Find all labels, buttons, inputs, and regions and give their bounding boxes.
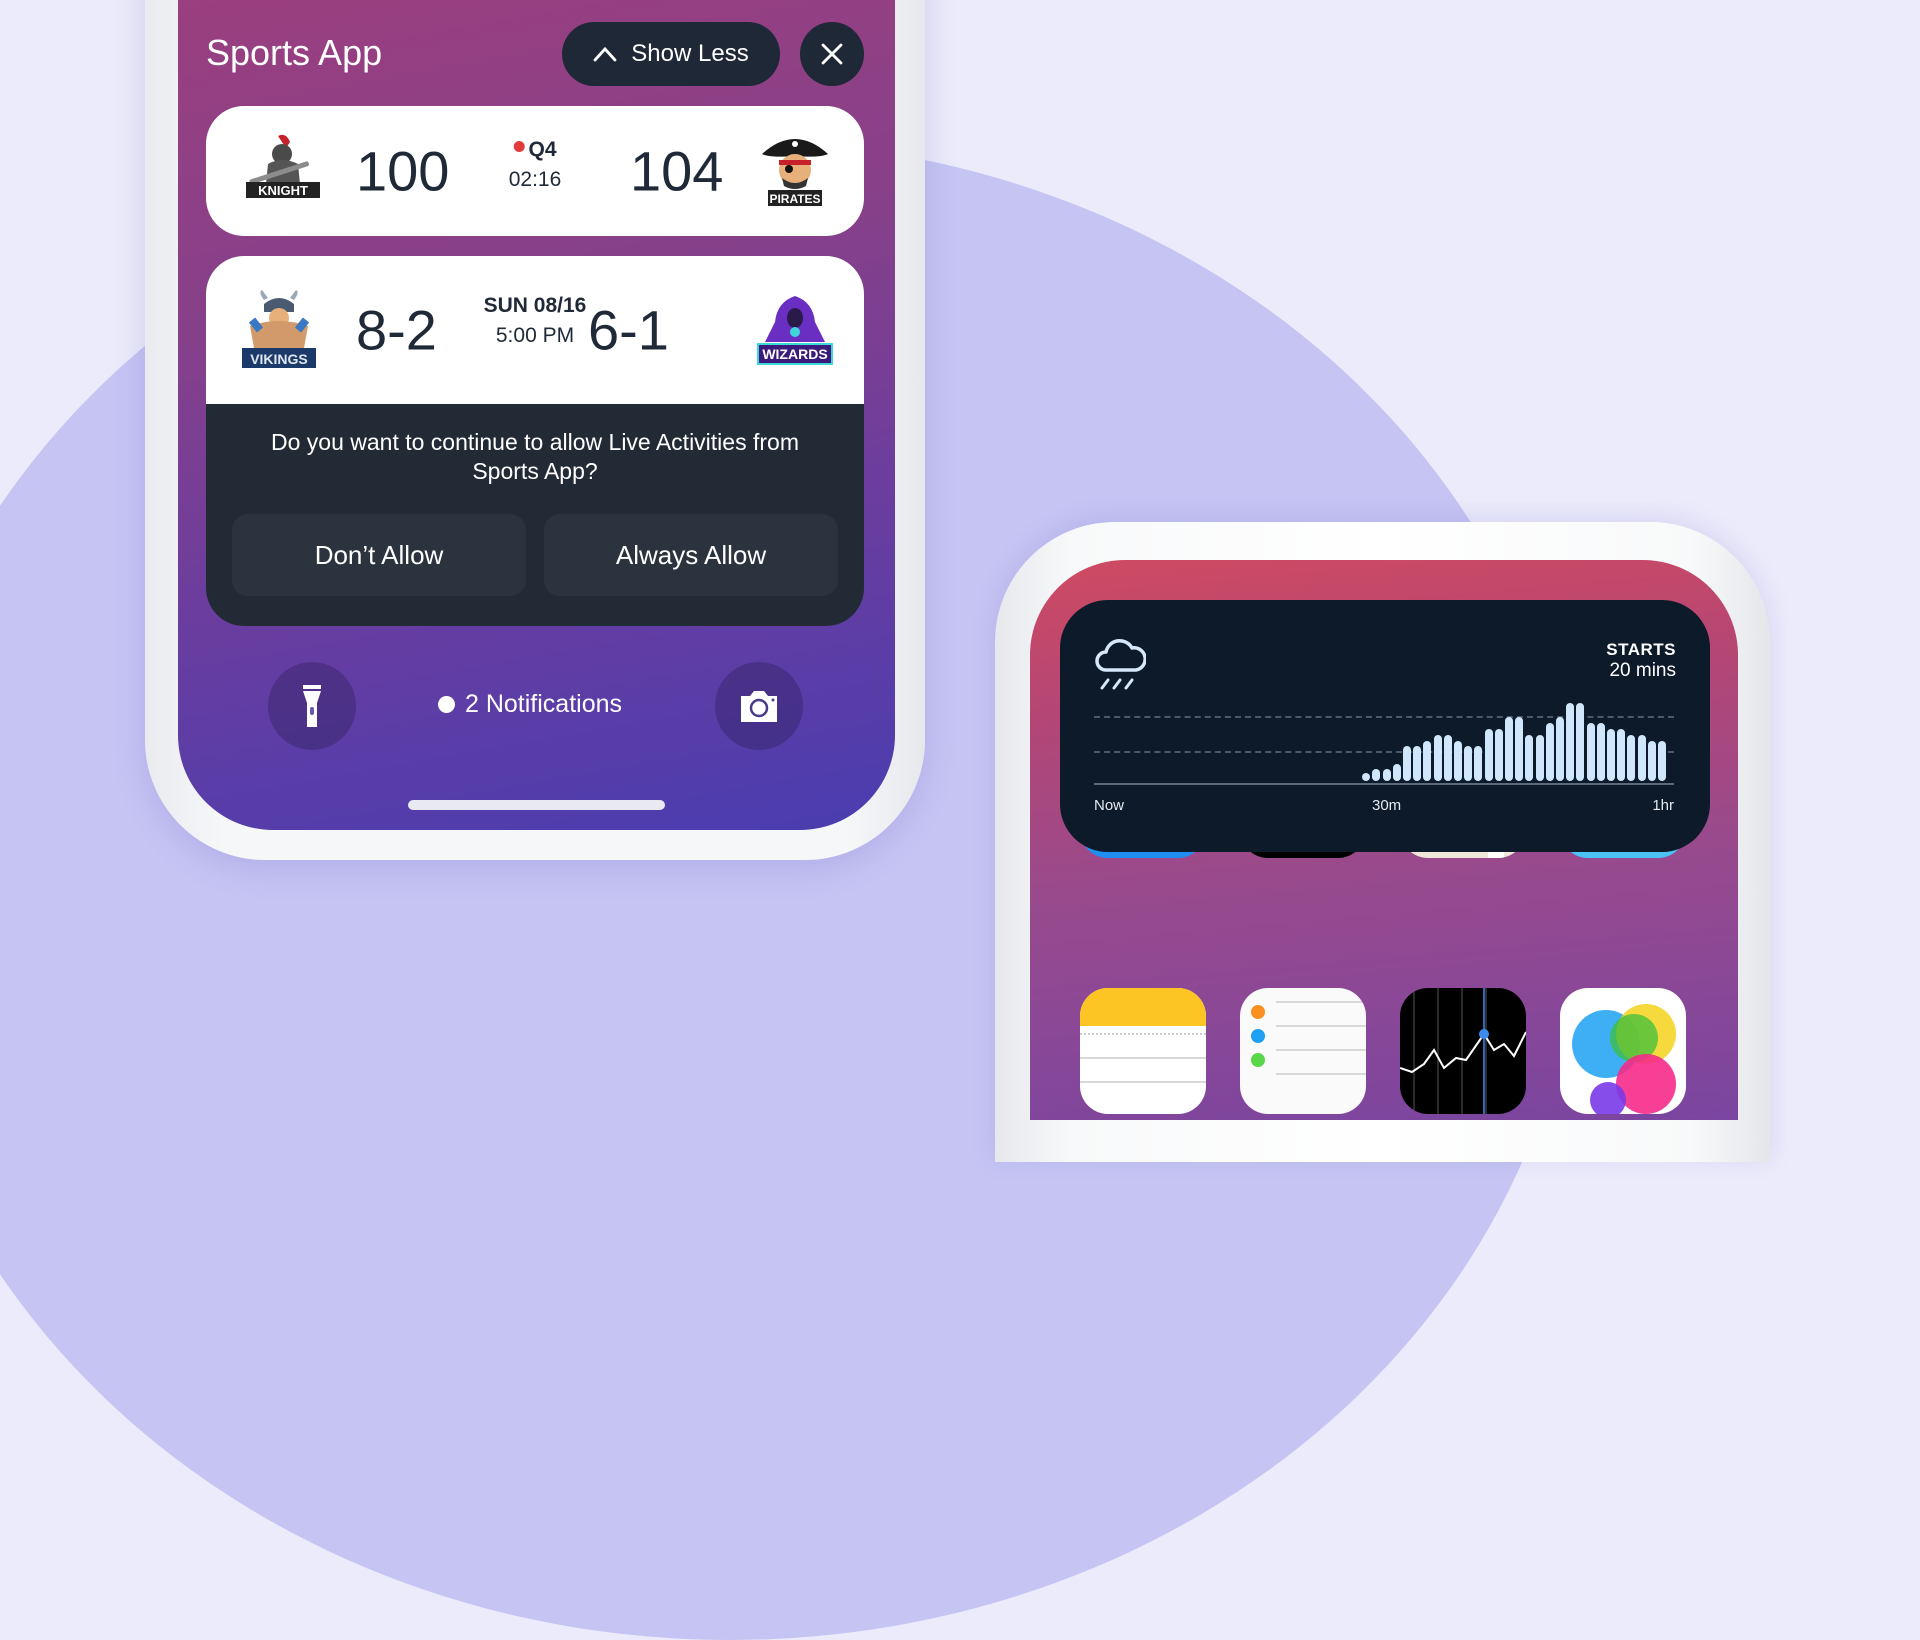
precipitation-bar <box>1464 746 1473 781</box>
precipitation-bar <box>1617 728 1626 781</box>
precipitation-bar <box>1535 734 1544 781</box>
flashlight-button[interactable] <box>268 662 356 750</box>
precipitation-bar <box>1637 734 1646 781</box>
vikings-logo-text: VIKINGS <box>250 351 308 367</box>
live-activities-prompt: Do you want to continue to allow Live Ac… <box>271 429 799 484</box>
live-game-card[interactable]: KNIGHT 100 Q4 02:16 104 PIRATES <box>206 106 864 236</box>
precipitation-bar <box>1474 746 1483 781</box>
game-center-app-icon <box>1572 1004 1676 1114</box>
app-notes[interactable] <box>1080 988 1206 1114</box>
rain-starts-label: STARTS <box>1606 640 1676 659</box>
game-date: SUN 08/16 <box>483 294 587 317</box>
camera-button[interactable] <box>715 662 803 750</box>
vikings-team-logo: VIKINGS <box>236 290 322 374</box>
axis-label-now: Now <box>1094 797 1125 814</box>
show-less-label: Show Less <box>631 40 749 67</box>
notifications-indicator[interactable]: 2 Notifications <box>438 690 622 719</box>
wizards-logo-text: WIZARDS <box>762 346 827 362</box>
home-screen: STARTS 20 mins Now 30m 1hr Weather 9 3 8… <box>1030 560 1738 1120</box>
precipitation-bar <box>1433 734 1442 781</box>
pirates-logo-text: PIRATES <box>769 192 820 206</box>
precipitation-bar <box>1545 723 1554 781</box>
precipitation-bar <box>1443 734 1452 781</box>
chevron-up-icon <box>593 46 617 62</box>
live-indicator-dot <box>513 140 525 152</box>
notes-app-icon <box>1080 988 1206 1083</box>
home-record: 8-2 <box>356 298 437 362</box>
upcoming-game-card: VIKINGS 8-2 SUN 08/16 5:00 PM 6-1 WIZARD… <box>206 256 864 626</box>
precipitation-bar <box>1413 746 1422 781</box>
precipitation-bar <box>1362 773 1371 781</box>
weather-precipitation-widget[interactable]: STARTS 20 mins Now 30m 1hr <box>1060 600 1710 852</box>
precipitation-bar <box>1586 723 1595 781</box>
precipitation-bar <box>1423 740 1432 781</box>
axis-label-1hr: 1hr <box>1652 797 1674 814</box>
precipitation-bar <box>1372 769 1381 781</box>
precipitation-bar <box>1403 746 1411 781</box>
precipitation-bar <box>1596 723 1605 781</box>
precipitation-bar <box>1576 702 1585 781</box>
precipitation-bar <box>1494 728 1503 781</box>
precipitation-bar <box>1505 717 1513 781</box>
game-start-time: 5:00 PM <box>495 324 575 347</box>
dont-allow-button[interactable]: Don’t Allow <box>232 514 526 596</box>
pirates-team-logo: PIRATES <box>752 128 838 208</box>
notification-dot-icon <box>438 696 455 713</box>
close-button[interactable] <box>800 22 864 86</box>
app-reminders[interactable] <box>1240 988 1366 1114</box>
game-clock: 02:16 <box>508 168 562 191</box>
precipitation-bar <box>1382 769 1391 781</box>
app-game-center[interactable] <box>1560 988 1686 1114</box>
precipitation-bar <box>1515 717 1524 781</box>
close-icon <box>821 43 843 65</box>
precipitation-bar <box>1658 740 1666 781</box>
axis-label-30m: 30m <box>1372 797 1402 814</box>
precipitation-bar <box>1607 728 1615 781</box>
show-less-button[interactable]: Show Less <box>562 22 780 86</box>
precipitation-bar <box>1627 734 1636 781</box>
knight-team-logo: KNIGHT <box>240 130 326 210</box>
chart-gridline-high <box>1094 716 1674 718</box>
lock-screen: Sports App Show Less KNIGHT 100 Q4 02:16… <box>178 0 895 830</box>
away-record: 6-1 <box>588 298 669 362</box>
rain-starts-value: 20 mins <box>1609 660 1676 681</box>
knight-logo-text: KNIGHT <box>258 183 308 198</box>
home-score: 100 <box>356 139 450 203</box>
precipitation-bar <box>1392 763 1401 781</box>
precipitation-bar <box>1484 728 1493 781</box>
flashlight-icon <box>303 685 321 727</box>
chart-baseline <box>1094 783 1674 785</box>
app-stocks[interactable] <box>1400 988 1526 1114</box>
cloud-rain-icon <box>1095 639 1146 690</box>
home-indicator[interactable] <box>408 800 665 810</box>
precipitation-bar <box>1454 740 1462 781</box>
camera-icon <box>741 691 777 722</box>
wizards-team-logo: WIZARDS <box>752 292 838 372</box>
stocks-app-icon <box>1400 988 1526 1114</box>
precipitation-bar <box>1556 717 1564 781</box>
reminders-app-icon <box>1251 1001 1366 1075</box>
always-allow-button[interactable]: Always Allow <box>544 514 838 596</box>
game-period: Q4 <box>528 138 557 161</box>
precipitation-bar <box>1566 702 1575 781</box>
precipitation-bar <box>1525 734 1534 781</box>
notifications-count-label: 2 Notifications <box>465 690 623 718</box>
precipitation-bar <box>1647 740 1656 781</box>
away-score: 104 <box>630 139 724 203</box>
live-activity-app-title: Sports App <box>206 32 383 73</box>
